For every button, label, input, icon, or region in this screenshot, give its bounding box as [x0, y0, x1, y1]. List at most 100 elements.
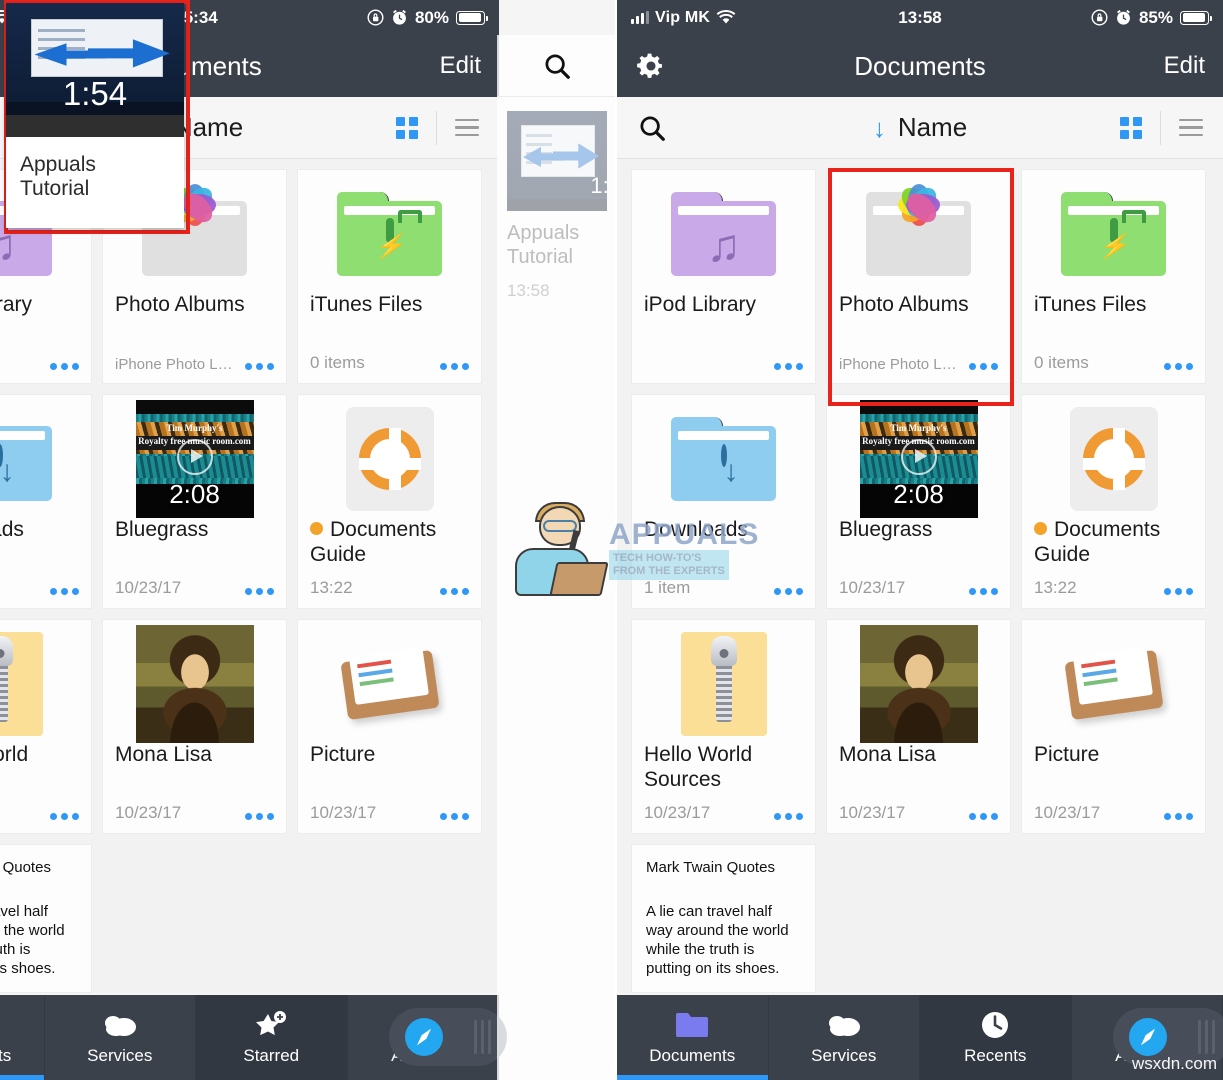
tab-documents[interactable]: Documents: [0, 995, 45, 1080]
file-card[interactable]: Picture 10/23/17: [1021, 619, 1206, 834]
page-title: Documents: [854, 50, 986, 81]
file-card-footer: 10/23/17: [827, 803, 1010, 833]
more-options-icon[interactable]: [963, 813, 998, 823]
more-options-icon[interactable]: [768, 588, 803, 598]
file-card[interactable]: Downloads 1 item: [0, 394, 92, 609]
file-name: Documents Guide: [310, 518, 437, 566]
file-card[interactable]: ♫ iPod Library: [631, 169, 816, 384]
video-thumbnail: Tim Murphy's Royalty free music room.com 2…: [135, 400, 254, 518]
more-options-icon[interactable]: [239, 813, 274, 823]
card-thumbnail: [632, 620, 815, 738]
more-options-icon[interactable]: [434, 363, 469, 373]
note-body: A lie can travel half way around the wor…: [0, 903, 65, 977]
more-options-icon[interactable]: [239, 588, 274, 598]
file-name: Downloads: [0, 518, 24, 541]
file-card[interactable]: ⚡ iTunes Files 0 items: [297, 169, 482, 384]
image-thumbnail: [859, 625, 978, 743]
right-phone-canvas: Vip MK 13:58 85% Documents Edit ↓ Name ♫…: [617, 0, 1223, 1080]
more-options-icon[interactable]: [44, 813, 79, 823]
more-options-icon[interactable]: [44, 588, 79, 598]
tab-recents[interactable]: Recents: [920, 995, 1072, 1080]
more-options-icon[interactable]: [1158, 813, 1193, 823]
file-card-footer: iPhone Photo L…: [827, 356, 1010, 383]
tab-label: Starred: [243, 1045, 300, 1065]
file-subtitle: 10/23/17: [1034, 803, 1101, 822]
file-card-footer: 1 item: [0, 578, 91, 608]
status-dot: [310, 522, 323, 535]
file-card[interactable]: Tim Murphy's Royalty free music room.com 2…: [826, 394, 1011, 609]
file-card[interactable]: Mona Lisa 10/23/17: [826, 619, 1011, 834]
edit-button[interactable]: Edit: [440, 52, 481, 80]
list-view-icon[interactable]: [1179, 118, 1203, 137]
file-card[interactable]: Mona Lisa 10/23/17: [102, 619, 287, 834]
card-thumbnail: [0, 620, 91, 738]
video-thumbnail: 1:54: [6, 3, 184, 115]
note-title: Mark Twain Quotes: [646, 859, 775, 876]
more-options-icon[interactable]: [239, 363, 274, 373]
file-card[interactable]: Hello World Sources 10/23/17: [0, 619, 92, 834]
more-options-icon[interactable]: [768, 363, 803, 373]
file-card-footer: 10/23/17: [103, 578, 286, 608]
card-thumbnail: [298, 620, 481, 738]
card-thumbnail: Tim Murphy's Royalty free music room.com 2…: [103, 395, 286, 518]
tab-starred[interactable]: Starred: [196, 995, 348, 1080]
alarm-clock-icon: [393, 9, 406, 25]
more-options-icon[interactable]: [963, 363, 998, 373]
file-card[interactable]: Documents Guide 13:22: [1021, 394, 1206, 609]
note-card-mark-twain[interactable]: Mark Twain Quotes A lie can travel half …: [0, 844, 92, 993]
file-card[interactable]: Downloads 1 item: [631, 394, 816, 609]
folder-shape: [866, 182, 971, 276]
clipboard-photo-icon: [1062, 642, 1166, 726]
file-name: Picture: [1034, 743, 1100, 766]
more-options-icon[interactable]: [1158, 588, 1193, 598]
card-thumbnail: Tim Murphy's Royalty free music room.com 2…: [827, 395, 1010, 518]
video-duration: 1:54: [62, 75, 128, 112]
more-options-icon[interactable]: [768, 813, 803, 823]
edit-button[interactable]: Edit: [1164, 52, 1205, 80]
more-options-icon[interactable]: [1158, 363, 1193, 373]
more-options-icon[interactable]: [434, 813, 469, 823]
file-card[interactable]: Hello World Sources 10/23/17: [631, 619, 816, 834]
popup-card-appuals-tutorial[interactable]: 1:54 Appuals Tutorial 13:58: [6, 3, 184, 228]
card-time: 13:58: [6, 201, 184, 228]
card-thumbnail: [632, 395, 815, 513]
file-card[interactable]: Documents Guide 13:22: [297, 394, 482, 609]
file-card[interactable]: ⚡ iTunes Files 0 items: [1021, 169, 1206, 384]
card-thumbnail: [827, 620, 1010, 743]
grid-view-icon[interactable]: [396, 116, 418, 139]
more-options-icon[interactable]: [963, 588, 998, 598]
file-name: Downloads: [644, 518, 748, 541]
folder-shape: ♫: [671, 192, 776, 276]
grid-view-icon[interactable]: [1120, 116, 1142, 139]
tab-services[interactable]: Services: [769, 995, 920, 1080]
battery-percent: 85%: [1138, 7, 1173, 27]
folder-shape: [0, 417, 52, 501]
file-card-footer: 10/23/17: [0, 803, 91, 833]
note-card-mark-twain[interactable]: Mark Twain Quotes A lie can travel half …: [631, 844, 816, 993]
search-icon[interactable]: [637, 113, 667, 143]
tab-documents[interactable]: Documents: [617, 995, 769, 1080]
card-thumbnail: [827, 170, 1010, 288]
file-card[interactable]: Photo Albums iPhone Photo L…: [826, 169, 1011, 384]
music-note-icon: ♫: [706, 219, 741, 271]
gear-icon[interactable]: [635, 50, 667, 82]
carrier-label: Vip MK: [655, 8, 711, 26]
drag-handle[interactable]: [474, 1020, 491, 1054]
drag-handle[interactable]: [1198, 1020, 1215, 1054]
list-view-icon[interactable]: [455, 118, 479, 137]
file-subtitle: 13:22: [310, 578, 353, 597]
toolbar: ↓ Name: [617, 97, 1223, 159]
zip-icon: [680, 632, 767, 736]
usb-icon: ⚡: [1099, 218, 1128, 259]
browser-button[interactable]: [389, 1008, 507, 1066]
tab-label: Documents: [649, 1045, 736, 1065]
more-options-icon[interactable]: [434, 588, 469, 598]
more-options-icon[interactable]: [44, 363, 79, 373]
file-name: Photo Albums: [839, 293, 969, 316]
video-banner-line1: Tim Murphy's: [890, 423, 947, 433]
file-subtitle: 10/23/17: [644, 803, 711, 822]
file-card[interactable]: Picture 10/23/17: [297, 619, 482, 834]
tab-services[interactable]: Services: [45, 995, 196, 1080]
thumbnail-letterbox: [6, 115, 184, 137]
file-card[interactable]: Tim Murphy's Royalty free music room.com 2…: [102, 394, 287, 609]
